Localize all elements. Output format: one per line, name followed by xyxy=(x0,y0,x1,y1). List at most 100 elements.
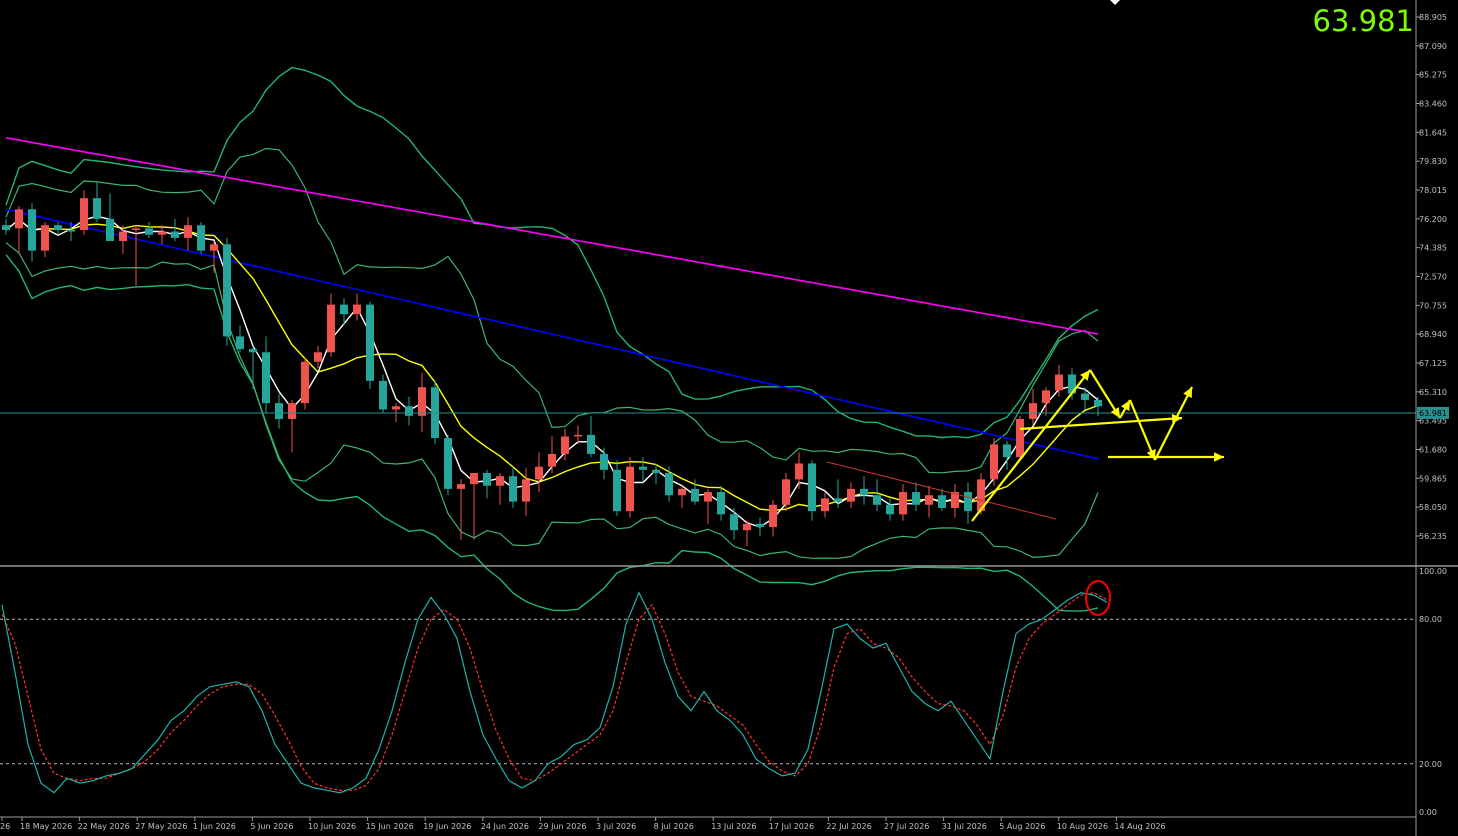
candle xyxy=(444,434,452,496)
candle-body xyxy=(1003,444,1011,458)
candle-body xyxy=(717,492,725,515)
date-label: 10 Aug 2026 xyxy=(1057,822,1108,831)
candle-body xyxy=(1055,374,1063,391)
date-label: 27 Jul 2026 xyxy=(884,822,929,831)
candle-body xyxy=(379,380,387,410)
date-label: 5 Aug 2026 xyxy=(999,822,1045,831)
chart-background xyxy=(0,0,1458,836)
candle-body xyxy=(938,495,946,508)
candle-body xyxy=(262,352,270,404)
candle-body xyxy=(236,336,244,350)
candle-body xyxy=(1029,403,1037,419)
candle-body xyxy=(301,361,309,404)
candle-body xyxy=(171,231,179,238)
current-price-display: 63.981 xyxy=(1312,4,1414,38)
price-tick-label: 85.275 xyxy=(1419,71,1447,80)
candle xyxy=(197,222,205,254)
date-label: 17 Jul 2026 xyxy=(769,822,814,831)
candle-body xyxy=(587,434,595,454)
candle-body xyxy=(548,453,556,467)
candle-body xyxy=(652,469,660,474)
candle-body xyxy=(197,225,205,251)
candle-body xyxy=(743,523,751,531)
date-label: 3 Jul 2026 xyxy=(596,822,636,831)
stoch-tick-label: 20.00 xyxy=(1419,760,1442,769)
candle-body xyxy=(899,492,907,515)
current-price-label: 63.981 xyxy=(1419,409,1447,418)
candle-body xyxy=(704,492,712,502)
price-tick-label: 58.050 xyxy=(1419,503,1447,512)
candle-body xyxy=(327,304,335,353)
price-tick-label: 87.090 xyxy=(1419,42,1447,51)
candle-body xyxy=(457,484,465,489)
candle-body xyxy=(288,403,296,419)
candle-body xyxy=(158,231,166,235)
candle-body xyxy=(210,244,218,251)
candle-body xyxy=(821,498,829,512)
candle-body xyxy=(886,504,894,515)
candle-body xyxy=(340,304,348,315)
candle-body xyxy=(509,476,517,502)
date-label: 22 Jul 2026 xyxy=(826,822,871,831)
candle-body xyxy=(756,523,764,528)
candle-body xyxy=(808,463,816,512)
candle-body xyxy=(561,436,569,454)
date-label: 13 Jul 2026 xyxy=(711,822,756,831)
price-tick-label: 72.570 xyxy=(1419,273,1447,282)
candle-body xyxy=(418,387,426,416)
candle-body xyxy=(93,198,101,219)
candle-body xyxy=(665,473,673,496)
candle-body xyxy=(54,225,62,230)
price-tick-label: 83.460 xyxy=(1419,100,1447,109)
candle-body xyxy=(366,304,374,381)
date-label: 27 May 2026 xyxy=(135,822,187,831)
candle-body xyxy=(15,209,23,229)
candle-body xyxy=(600,453,608,470)
price-tick-label: 67.125 xyxy=(1419,359,1447,368)
candle-body xyxy=(470,473,478,485)
candle-body xyxy=(80,198,88,230)
candle xyxy=(990,438,998,486)
candle-body xyxy=(483,473,491,486)
candle-body xyxy=(1081,393,1089,400)
candle-body xyxy=(912,492,920,505)
candle-body xyxy=(41,225,49,251)
candle-body xyxy=(925,495,933,505)
candle-body xyxy=(353,304,361,315)
price-tick-label: 74.385 xyxy=(1419,244,1447,253)
candle-body xyxy=(769,504,777,528)
candle-body xyxy=(860,488,868,496)
price-tick-label: 65.310 xyxy=(1419,388,1447,397)
candle-body xyxy=(964,492,972,512)
candle-body xyxy=(834,498,842,502)
candle xyxy=(301,357,309,410)
price-tick-label: 59.865 xyxy=(1419,474,1447,483)
candle-body xyxy=(1042,390,1050,404)
candle-body xyxy=(678,488,686,496)
candle-body xyxy=(405,406,413,416)
candle-body xyxy=(873,495,881,505)
candle-body xyxy=(1016,418,1024,458)
candle-body xyxy=(613,469,621,512)
candle-body xyxy=(119,231,127,242)
date-label: 5 Jun 2026 xyxy=(250,822,293,831)
candle-body xyxy=(132,228,140,230)
price-tick-label: 56.235 xyxy=(1419,532,1447,541)
price-tick-label: 78.015 xyxy=(1419,186,1447,195)
candle-body xyxy=(990,444,998,480)
date-label: 1 Jun 2026 xyxy=(193,822,236,831)
candle-body xyxy=(522,479,530,502)
candle-body xyxy=(639,466,647,470)
stoch-tick-label: 0.00 xyxy=(1419,808,1437,817)
candle-body xyxy=(392,406,400,410)
candle-body xyxy=(795,463,803,480)
chart-canvas[interactable]: 88.905 87.090 85.275 83.460 81.645 79.830 78.0… xyxy=(0,0,1458,836)
price-tick-label: 70.755 xyxy=(1419,301,1447,310)
date-label: 18 May 2026 xyxy=(20,822,72,831)
date-label: 24 Jun 2026 xyxy=(481,822,529,831)
date-label: 8 Jul 2026 xyxy=(654,822,694,831)
candle-body xyxy=(444,438,452,489)
price-tick-label: 68.940 xyxy=(1419,330,1447,339)
candle-body xyxy=(184,225,192,238)
date-label: 31 Jul 2026 xyxy=(942,822,987,831)
